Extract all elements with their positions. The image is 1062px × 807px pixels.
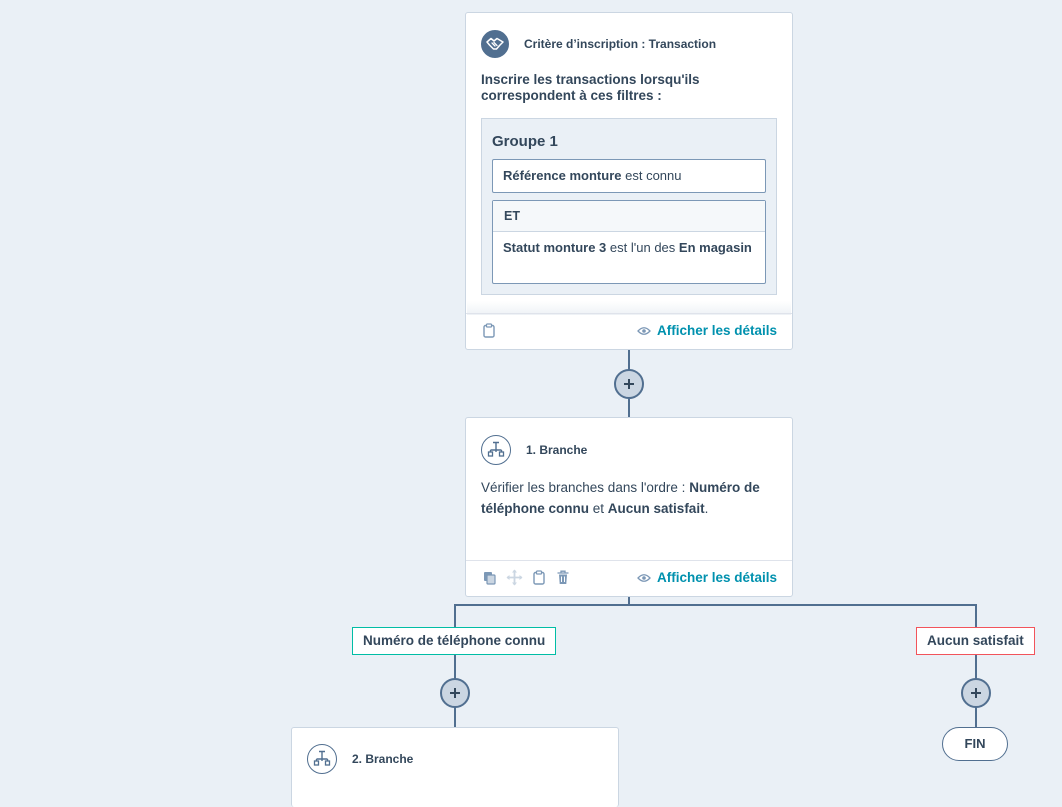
clipboard-icon[interactable]	[533, 570, 545, 585]
add-action-button[interactable]	[961, 678, 991, 708]
add-action-button[interactable]	[614, 369, 644, 399]
branch-label-none-satisfied[interactable]: Aucun satisfait	[916, 627, 1035, 655]
end-pill: FIN	[942, 727, 1008, 761]
enrollment-trigger-card[interactable]: Critère d’inscription : Transaction Insc…	[465, 12, 793, 350]
enrollment-header-title: Critère d’inscription : Transaction	[524, 37, 717, 51]
desc-branch-b: Aucun satisfait	[607, 501, 705, 516]
filter-group: Groupe 1 Référence monture est connu ET …	[481, 118, 777, 295]
show-details-link[interactable]: Afficher les détails	[637, 323, 777, 338]
show-details-label: Afficher les détails	[656, 323, 777, 338]
show-details-label: Afficher les détails	[656, 570, 777, 585]
branch-label-phone-known[interactable]: Numéro de téléphone connu	[352, 627, 557, 655]
copy-icon[interactable]	[483, 571, 496, 585]
connector-line	[975, 604, 977, 730]
filter-operator: est l'un des	[609, 240, 676, 255]
filter-statut-monture[interactable]: ET Statut monture 3 est l'un des En maga…	[492, 200, 766, 284]
branch-2-title: 2. Branche	[352, 752, 414, 766]
branch-icon	[307, 744, 337, 774]
filter-operator: est connu	[625, 168, 682, 183]
filter-reference-monture[interactable]: Référence monture est connu	[492, 159, 766, 193]
show-details-link[interactable]: Afficher les détails	[637, 570, 777, 585]
move-icon[interactable]	[506, 569, 523, 586]
eye-icon	[637, 326, 651, 336]
trash-icon[interactable]	[557, 570, 569, 585]
and-label: ET	[493, 201, 765, 232]
card-footer: Afficher les détails	[466, 313, 792, 349]
filter-property: Statut monture 3	[503, 240, 607, 255]
desc-text: .	[704, 501, 709, 516]
plus-icon	[450, 688, 460, 698]
plus-icon	[624, 379, 634, 389]
group-title: Groupe 1	[492, 133, 558, 150]
clipboard-icon[interactable]	[483, 323, 495, 338]
eye-icon	[637, 573, 651, 583]
branch-icon	[481, 435, 511, 465]
branch-1-card[interactable]: 1. Branche Vérifier les branches dans l'…	[465, 417, 793, 597]
branch-1-description: Vérifier les branches dans l'ordre : Num…	[481, 477, 781, 519]
add-action-button[interactable]	[440, 678, 470, 708]
connector-line	[454, 604, 977, 606]
desc-text: et	[592, 501, 605, 516]
filter-value: En magasin	[678, 240, 752, 255]
enrollment-intro: Inscrire les transactions lorsqu'ils cor…	[481, 72, 700, 103]
plus-icon	[971, 688, 981, 698]
desc-text: Vérifier les branches dans l'ordre :	[481, 480, 686, 495]
branch-1-title: 1. Branche	[526, 443, 588, 457]
card-footer: Afficher les détails	[466, 560, 792, 596]
handshake-icon	[481, 30, 509, 58]
branch-2-card[interactable]: 2. Branche	[291, 727, 619, 807]
connector-line	[454, 604, 456, 728]
filter-property: Référence monture	[503, 168, 622, 183]
